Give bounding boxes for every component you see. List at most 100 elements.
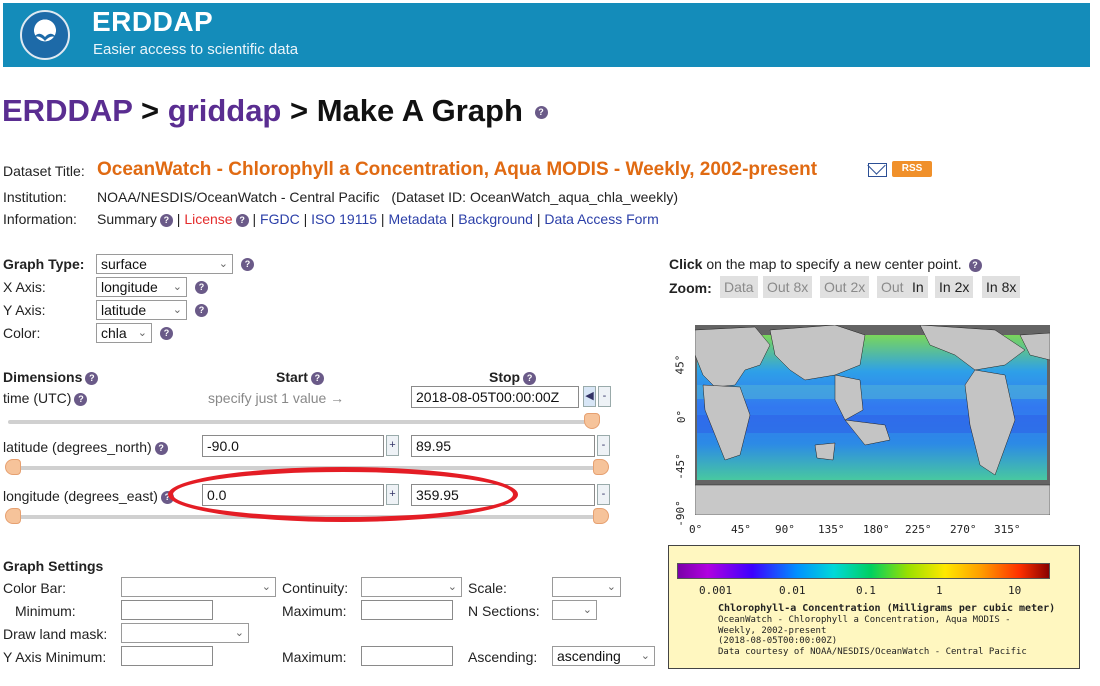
chevron-down-icon: ⌄ xyxy=(606,581,616,593)
help-icon[interactable]: ? xyxy=(160,490,174,504)
latitude-label-text: latitude (degrees_north) xyxy=(3,439,152,455)
help-icon[interactable]: ? xyxy=(195,281,208,294)
caption-line: Data courtesy of NOAA/NESDIS/OceanWatch … xyxy=(718,646,1027,657)
seagull-icon xyxy=(33,33,57,41)
land-mask-label: Draw land mask: xyxy=(3,626,108,642)
breadcrumb-separator: > xyxy=(290,93,309,128)
lon-tick-label: 90° xyxy=(775,523,795,536)
chevron-down-icon: ⌄ xyxy=(218,258,228,270)
color-bar-select[interactable]: ⌄ xyxy=(121,577,276,597)
latitude-stop-minus-button[interactable]: - xyxy=(597,435,610,456)
continuity-label: Continuity: xyxy=(282,580,349,596)
help-icon[interactable]: ? xyxy=(241,258,254,271)
help-icon[interactable]: ? xyxy=(968,258,982,272)
chlorophyll-map[interactable] xyxy=(694,324,1051,516)
colorbar-caption: OceanWatch - Chlorophyll a Concentration… xyxy=(718,615,1027,657)
zoom-in-2x-button[interactable]: In 2x xyxy=(935,276,974,298)
zoom-in-button[interactable]: In xyxy=(908,276,928,298)
help-icon[interactable]: ? xyxy=(534,106,548,120)
iso-link[interactable]: ISO 19115 xyxy=(311,211,377,227)
longitude-start-plus-button[interactable]: + xyxy=(386,484,399,505)
y-axis-minimum-input[interactable] xyxy=(121,646,213,666)
time-slider[interactable] xyxy=(8,420,600,424)
longitude-stop-minus-button[interactable]: - xyxy=(597,484,610,505)
breadcrumb: ERDDAP > griddap > Make A Graph ? xyxy=(2,93,548,129)
help-icon[interactable]: ? xyxy=(310,371,324,385)
dataset-id: (Dataset ID: OceanWatch_aqua_chla_weekly… xyxy=(391,189,678,205)
latitude-stop-input[interactable]: 89.95 xyxy=(411,435,595,457)
land-mask-select[interactable]: ⌄ xyxy=(121,623,249,643)
help-icon[interactable]: ? xyxy=(195,304,208,317)
x-axis-value: longitude xyxy=(101,279,158,295)
x-axis-select[interactable]: longitude ⌄ xyxy=(96,277,187,297)
longitude-slider-left-handle[interactable] xyxy=(5,508,21,524)
color-value: chla xyxy=(101,325,127,341)
caption-line: Weekly, 2002-present xyxy=(718,625,827,636)
n-sections-select[interactable]: ⌄ xyxy=(552,600,597,620)
zoom-in-8x-button[interactable]: In 8x xyxy=(982,276,1021,298)
minimum-input[interactable] xyxy=(121,600,213,620)
color-select[interactable]: chla ⌄ xyxy=(96,323,152,343)
data-access-form-link[interactable]: Data Access Form xyxy=(544,211,658,227)
time-label-text: time (UTC) xyxy=(3,390,72,406)
zoom-data-button[interactable]: Data xyxy=(720,276,758,298)
information-links: Summary? | License? | FGDC | ISO 19115 |… xyxy=(97,211,659,227)
chevron-down-icon: ⌄ xyxy=(640,650,650,662)
breadcrumb-griddap-link[interactable]: griddap xyxy=(168,93,282,128)
help-icon[interactable]: ? xyxy=(160,327,173,340)
colorbar-tick: 0.01 xyxy=(779,584,806,597)
help-icon[interactable]: ? xyxy=(523,371,537,385)
zoom-out-2x-button[interactable]: Out 2x xyxy=(820,276,870,298)
email-icon[interactable] xyxy=(868,163,887,177)
app-title[interactable]: ERDDAP xyxy=(92,6,213,38)
latitude-slider-left-handle[interactable] xyxy=(5,459,21,475)
lon-tick-label: 45° xyxy=(731,523,751,536)
ascending-select[interactable]: ascending ⌄ xyxy=(552,646,655,666)
latitude-start-input[interactable]: -90.0 xyxy=(202,435,384,457)
lon-tick-label: 315° xyxy=(994,523,1021,536)
latitude-slider[interactable] xyxy=(8,466,600,470)
colorbar-tick: 0.1 xyxy=(856,584,876,597)
background-link[interactable]: Background xyxy=(458,211,533,227)
longitude-stop-input[interactable]: 359.95 xyxy=(411,484,595,506)
longitude-slider[interactable] xyxy=(8,515,600,519)
metadata-link[interactable]: Metadata xyxy=(388,211,446,227)
y-axis-select[interactable]: latitude ⌄ xyxy=(96,300,187,320)
time-slider-handle[interactable] xyxy=(584,413,600,429)
n-sections-label: N Sections: xyxy=(468,603,540,619)
help-icon[interactable]: ? xyxy=(235,213,249,227)
graph-type-select[interactable]: surface ⌄ xyxy=(96,254,233,274)
zoom-out-8x-button[interactable]: Out 8x xyxy=(763,276,813,298)
help-icon[interactable]: ? xyxy=(159,213,173,227)
latitude-start-plus-button[interactable]: + xyxy=(386,435,399,456)
help-icon[interactable]: ? xyxy=(74,392,88,406)
colorbar-tick: 1 xyxy=(936,584,943,597)
colorbar-tick: 10 xyxy=(1008,584,1022,597)
time-left-arrow-icon[interactable]: ◀ xyxy=(583,386,596,407)
fgdc-link[interactable]: FGDC xyxy=(260,211,300,227)
breadcrumb-erddap-link[interactable]: ERDDAP xyxy=(2,93,132,128)
dimensions-header-text: Dimensions xyxy=(3,369,83,385)
latitude-slider-right-handle[interactable] xyxy=(593,459,609,475)
latitude-label: latitude (degrees_north)? xyxy=(3,439,168,455)
longitude-start-input[interactable]: 0.0 xyxy=(202,484,384,506)
start-header-text: Start xyxy=(276,369,308,385)
longitude-slider-right-handle[interactable] xyxy=(593,508,609,524)
institution-name: NOAA/NESDIS/OceanWatch - Central Pacific xyxy=(97,189,380,205)
scale-label: Scale: xyxy=(468,580,507,596)
help-icon[interactable]: ? xyxy=(85,371,99,385)
continuity-select[interactable]: ⌄ xyxy=(361,577,462,597)
color-label: Color: xyxy=(3,325,41,341)
noaa-logo[interactable] xyxy=(20,10,70,60)
y-axis-maximum-input[interactable] xyxy=(361,646,453,666)
help-icon[interactable]: ? xyxy=(154,441,168,455)
time-minus-button[interactable]: - xyxy=(598,386,611,407)
zoom-out-button[interactable]: Out xyxy=(877,276,908,298)
rss-icon[interactable]: RSS xyxy=(892,161,932,177)
time-stop-input[interactable]: 2018-08-05T00:00:00Z xyxy=(411,386,579,408)
scale-select[interactable]: ⌄ xyxy=(552,577,621,597)
summary-link[interactable]: Summary xyxy=(97,211,157,227)
maximum-input[interactable] xyxy=(361,600,453,620)
colorbar-title: Chlorophyll-a Concentration (Milligrams … xyxy=(718,603,1056,614)
license-link[interactable]: License xyxy=(184,211,232,227)
